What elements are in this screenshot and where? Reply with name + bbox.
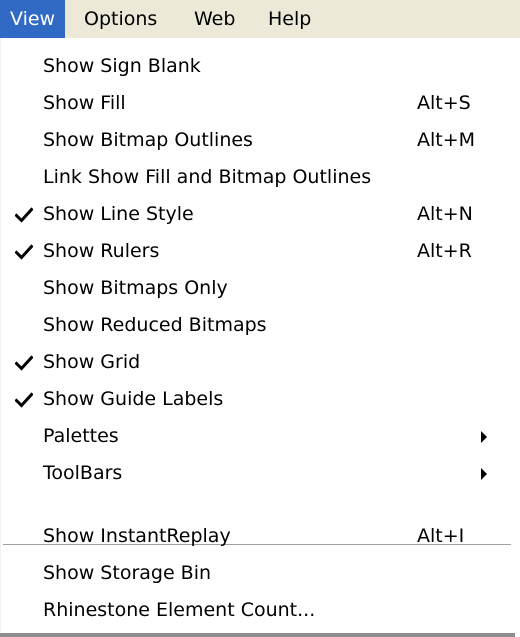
menu-item-label: Rhinestone Element Count... xyxy=(43,599,316,621)
menu-item-rhinestone-element-count[interactable]: Rhinestone Element Count... xyxy=(1,592,511,629)
menu-item-shortcut: Alt+M xyxy=(417,129,476,151)
menu-item-link-show-fill-and-bitmap-outlines[interactable]: Link Show Fill and Bitmap Outlines xyxy=(1,159,511,196)
menu-item-shortcut: Alt+S xyxy=(417,92,471,114)
menu-item-label: Palettes xyxy=(43,425,119,447)
menu-item-palettes[interactable]: Palettes xyxy=(1,418,511,455)
menu-item-show-sign-blank[interactable]: Show Sign Blank xyxy=(1,48,511,85)
menu-item-shortcut: Alt+I xyxy=(417,525,465,547)
checkmark-icon xyxy=(15,207,33,223)
menu-item-label: Link Show Fill and Bitmap Outlines xyxy=(43,166,372,188)
menu-item-shortcut: Alt+N xyxy=(417,203,473,225)
submenu-arrow-icon xyxy=(481,468,487,480)
menu-item-label: Show InstantReplay xyxy=(43,525,231,547)
menu-item-label: Show Bitmap Outlines xyxy=(43,129,253,151)
menu-item-show-bitmap-outlines[interactable]: Show Bitmap Outlines Alt+M xyxy=(1,122,511,159)
menu-item-show-fill[interactable]: Show Fill Alt+S xyxy=(1,85,511,122)
menu-item-label: Show Reduced Bitmaps xyxy=(43,314,267,336)
menu-bottom-edge xyxy=(0,633,515,637)
menu-item-label: Show Grid xyxy=(43,351,141,373)
menu-item-toolbars[interactable]: ToolBars xyxy=(1,455,511,492)
menu-item-show-instantreplay[interactable]: Show InstantReplay Alt+I xyxy=(1,518,511,555)
menu-item-shortcut: Alt+R xyxy=(417,240,472,262)
menu-item-label: Show Fill xyxy=(43,92,126,114)
menu-options[interactable]: Options xyxy=(74,0,167,38)
submenu-arrow-icon xyxy=(481,431,487,443)
menu-item-label: Show Sign Blank xyxy=(43,55,201,77)
menu-item-label: Show Bitmaps Only xyxy=(43,277,228,299)
menu-item-label: Show Rulers xyxy=(43,240,160,262)
menu-bar: View Options Web Help xyxy=(0,0,520,38)
checkmark-icon xyxy=(15,392,33,408)
menu-item-show-reduced-bitmaps[interactable]: Show Reduced Bitmaps xyxy=(1,307,511,344)
menu-item-label: Show Guide Labels xyxy=(43,388,224,410)
menu-item-label: Show Line Style xyxy=(43,203,194,225)
menu-item-show-line-style[interactable]: Show Line Style Alt+N xyxy=(1,196,511,233)
menu-help[interactable]: Help xyxy=(258,0,321,38)
view-dropdown-menu: Show Sign Blank Show Fill Alt+S Show Bit… xyxy=(0,38,515,633)
menu-item-show-grid[interactable]: Show Grid xyxy=(1,344,511,381)
menu-item-label: ToolBars xyxy=(43,462,123,484)
menu-item-show-storage-bin[interactable]: Show Storage Bin xyxy=(1,555,511,592)
checkmark-icon xyxy=(15,355,33,371)
menu-item-show-guide-labels[interactable]: Show Guide Labels xyxy=(1,381,511,418)
menu-view[interactable]: View xyxy=(0,0,66,38)
menu-item-label: Show Storage Bin xyxy=(43,562,212,584)
menu-item-show-rulers[interactable]: Show Rulers Alt+R xyxy=(1,233,511,270)
menu-web[interactable]: Web xyxy=(184,0,245,38)
menu-item-show-bitmaps-only[interactable]: Show Bitmaps Only xyxy=(1,270,511,307)
checkmark-icon xyxy=(15,244,33,260)
